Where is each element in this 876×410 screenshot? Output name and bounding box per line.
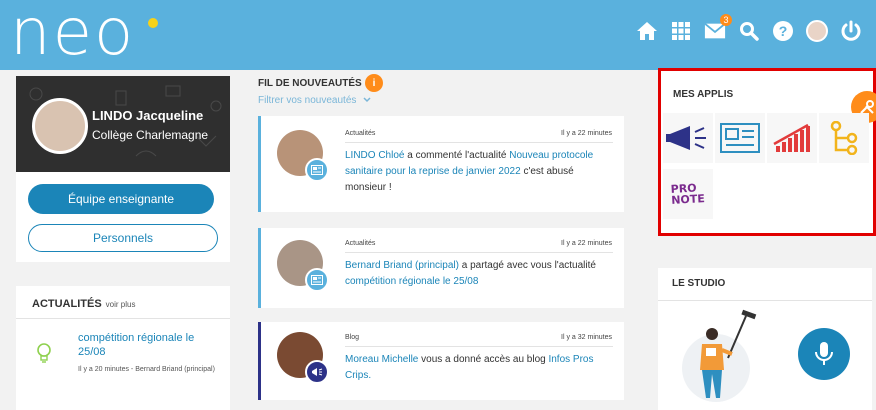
profile-name[interactable]: LINDO Jacqueline bbox=[92, 108, 203, 123]
help-icon[interactable]: ? bbox=[772, 20, 794, 42]
tree-icon bbox=[830, 121, 858, 155]
mail-icon[interactable]: 3 bbox=[704, 14, 732, 42]
my-apps-widget: MES APPLIS PRO NOTE bbox=[658, 68, 876, 236]
news-widget-heading: ACTUALITÉS bbox=[32, 298, 102, 310]
card-action: vous a donné accès au blog bbox=[418, 354, 549, 365]
home-icon[interactable] bbox=[636, 20, 658, 42]
feed-card[interactable]: Blog Il y a 32 minutes Moreau Michelle v… bbox=[258, 322, 624, 400]
app-megaphone[interactable] bbox=[663, 113, 713, 163]
my-apps-title: MES APPLIS bbox=[673, 89, 734, 100]
card-divider bbox=[345, 252, 613, 253]
microphone-icon bbox=[815, 342, 833, 365]
news-item-meta: Il y a 20 minutes - Bernard Briand (prin… bbox=[78, 366, 215, 373]
teaching-team-button[interactable]: Équipe enseignante bbox=[28, 184, 214, 214]
author-link[interactable]: Bernard Briand (principal) bbox=[345, 260, 459, 271]
feed-filter[interactable]: Filtrer vos nouveautés bbox=[258, 95, 371, 106]
card-action: a partagé avec vous l'actualité bbox=[458, 260, 596, 271]
profile-avatar[interactable] bbox=[32, 98, 88, 154]
feed-card[interactable]: Actualités Il y a 22 minutes Bernard Bri… bbox=[258, 228, 624, 308]
card-time: Il y a 22 minutes bbox=[561, 130, 612, 137]
profile-card: LINDO Jacqueline Collège Charlemagne Équ… bbox=[16, 76, 230, 262]
apps-grid-icon[interactable] bbox=[670, 20, 692, 42]
card-action: a commenté l'actualité bbox=[404, 150, 510, 161]
card-category: Blog bbox=[345, 334, 360, 341]
search-icon[interactable] bbox=[738, 20, 760, 42]
news-widget: ACTUALITÉS voir plus compétition régional… bbox=[16, 286, 230, 410]
author-link[interactable]: Moreau Michelle bbox=[345, 354, 418, 365]
pronote-line2: NOTE bbox=[671, 192, 706, 207]
studio-illustration bbox=[682, 309, 757, 402]
info-icon[interactable]: i bbox=[365, 74, 383, 92]
card-time: Il y a 32 minutes bbox=[561, 334, 612, 341]
card-text: LINDO Chloé a commenté l'actualité Nouve… bbox=[345, 148, 617, 196]
app-stats[interactable] bbox=[767, 113, 817, 163]
top-nav: 3 ? bbox=[636, 14, 862, 42]
card-category: Actualités bbox=[345, 130, 376, 137]
news-type-icon bbox=[305, 158, 329, 182]
card-divider bbox=[345, 142, 613, 143]
target-link[interactable]: compétition régionale le 25/08 bbox=[345, 276, 478, 287]
see-more-link[interactable]: voir plus bbox=[106, 300, 136, 309]
mail-count-badge: 3 bbox=[720, 14, 732, 26]
feed-filter-label: Filtrer vos nouveautés bbox=[258, 95, 357, 106]
feed-title: FIL DE NOUVEAUTÉS bbox=[258, 78, 362, 89]
profile-school: Collège Charlemagne bbox=[92, 128, 209, 142]
chart-icon bbox=[773, 123, 810, 152]
chevron-down-icon bbox=[363, 97, 371, 103]
newspaper-icon bbox=[720, 123, 760, 153]
app-news[interactable] bbox=[715, 113, 765, 163]
staff-button[interactable]: Personnels bbox=[28, 224, 218, 252]
user-avatar[interactable] bbox=[806, 20, 828, 42]
divider bbox=[658, 300, 872, 301]
feed-card[interactable]: Actualités Il y a 22 minutes LINDO Chloé… bbox=[258, 116, 624, 212]
power-icon[interactable] bbox=[840, 20, 862, 42]
svg-text:?: ? bbox=[779, 23, 788, 39]
neo-logo[interactable]: neo bbox=[10, 0, 135, 70]
pronote-logo: PRO NOTE bbox=[671, 182, 706, 207]
megaphone-icon bbox=[305, 360, 329, 384]
logo-dot bbox=[148, 18, 158, 28]
megaphone-icon bbox=[666, 126, 706, 150]
card-category: Actualités bbox=[345, 240, 376, 247]
studio-widget: LE STUDIO bbox=[658, 268, 872, 410]
card-divider bbox=[345, 346, 613, 347]
record-button[interactable] bbox=[798, 328, 850, 380]
news-type-icon bbox=[305, 268, 329, 292]
news-item-link[interactable]: compétition régionale le 25/08 bbox=[78, 331, 218, 359]
app-tree[interactable] bbox=[819, 113, 869, 163]
profile-header: LINDO Jacqueline Collège Charlemagne bbox=[16, 76, 230, 172]
app-pronote[interactable]: PRO NOTE bbox=[663, 169, 713, 219]
divider bbox=[16, 318, 230, 319]
studio-title: LE STUDIO bbox=[672, 278, 726, 289]
card-time: Il y a 22 minutes bbox=[561, 240, 612, 247]
card-text: Moreau Michelle vous a donné accès au bl… bbox=[345, 352, 617, 384]
lightbulb-icon bbox=[37, 343, 51, 363]
news-widget-title: ACTUALITÉS voir plus bbox=[32, 298, 135, 310]
author-link[interactable]: LINDO Chloé bbox=[345, 150, 404, 161]
card-text: Bernard Briand (principal) a partagé ave… bbox=[345, 258, 617, 290]
top-bar: neo 3 ? bbox=[0, 0, 876, 70]
